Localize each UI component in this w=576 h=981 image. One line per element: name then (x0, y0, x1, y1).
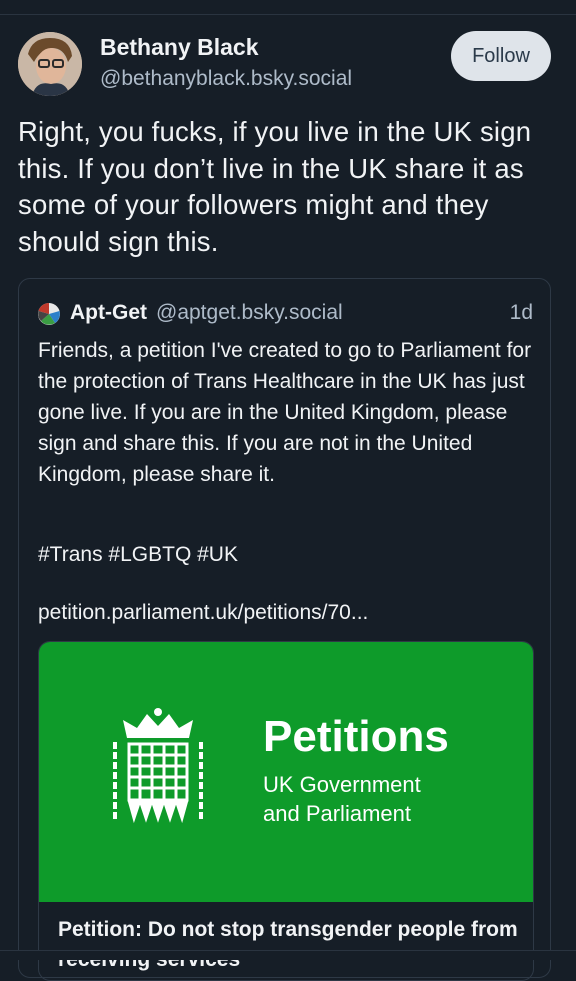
author-avatar[interactable] (18, 32, 82, 96)
author-handle[interactable]: @bethanyblack.bsky.social (100, 67, 352, 91)
bottom-divider (0, 950, 576, 960)
link-card-title[interactable]: Petition: Do not stop transgender people… (58, 915, 518, 975)
top-divider (0, 14, 576, 15)
quoted-post-header: Apt-Get @aptget.bsky.social 1d (37, 297, 533, 327)
thumbnail-title: Petitions (263, 712, 449, 761)
apt-get-logo-icon[interactable] (37, 302, 61, 326)
quoted-author-handle[interactable]: @aptget.bsky.social (156, 301, 343, 325)
post-header: Bethany Black @bethanyblack.bsky.social … (18, 30, 558, 100)
portcullis-icon (107, 708, 209, 826)
link-preview-card[interactable]: Petitions UK Government and Parliament P… (38, 641, 534, 981)
quoted-post-text: Friends, a petition I've created to go t… (38, 339, 532, 486)
link-thumbnail: Petitions UK Government and Parliament (39, 642, 533, 902)
thumbnail-subtitle-2: and Parliament (263, 801, 411, 826)
author-name[interactable]: Bethany Black (100, 34, 259, 61)
post-text: Right, you fucks, if you live in the UK … (18, 116, 532, 257)
hashtags[interactable]: #Trans #LGBTQ #UK (38, 543, 238, 567)
quoted-post[interactable]: Apt-Get @aptget.bsky.social 1d Friends, … (18, 278, 551, 981)
quoted-author-name[interactable]: Apt-Get (70, 301, 147, 325)
thumbnail-subtitle-1: UK Government (263, 772, 421, 797)
follow-button[interactable]: Follow (451, 31, 551, 81)
petition-link[interactable]: petition.parliament.uk/petitions/70... (38, 601, 368, 625)
quoted-post-time: 1d (509, 301, 533, 324)
